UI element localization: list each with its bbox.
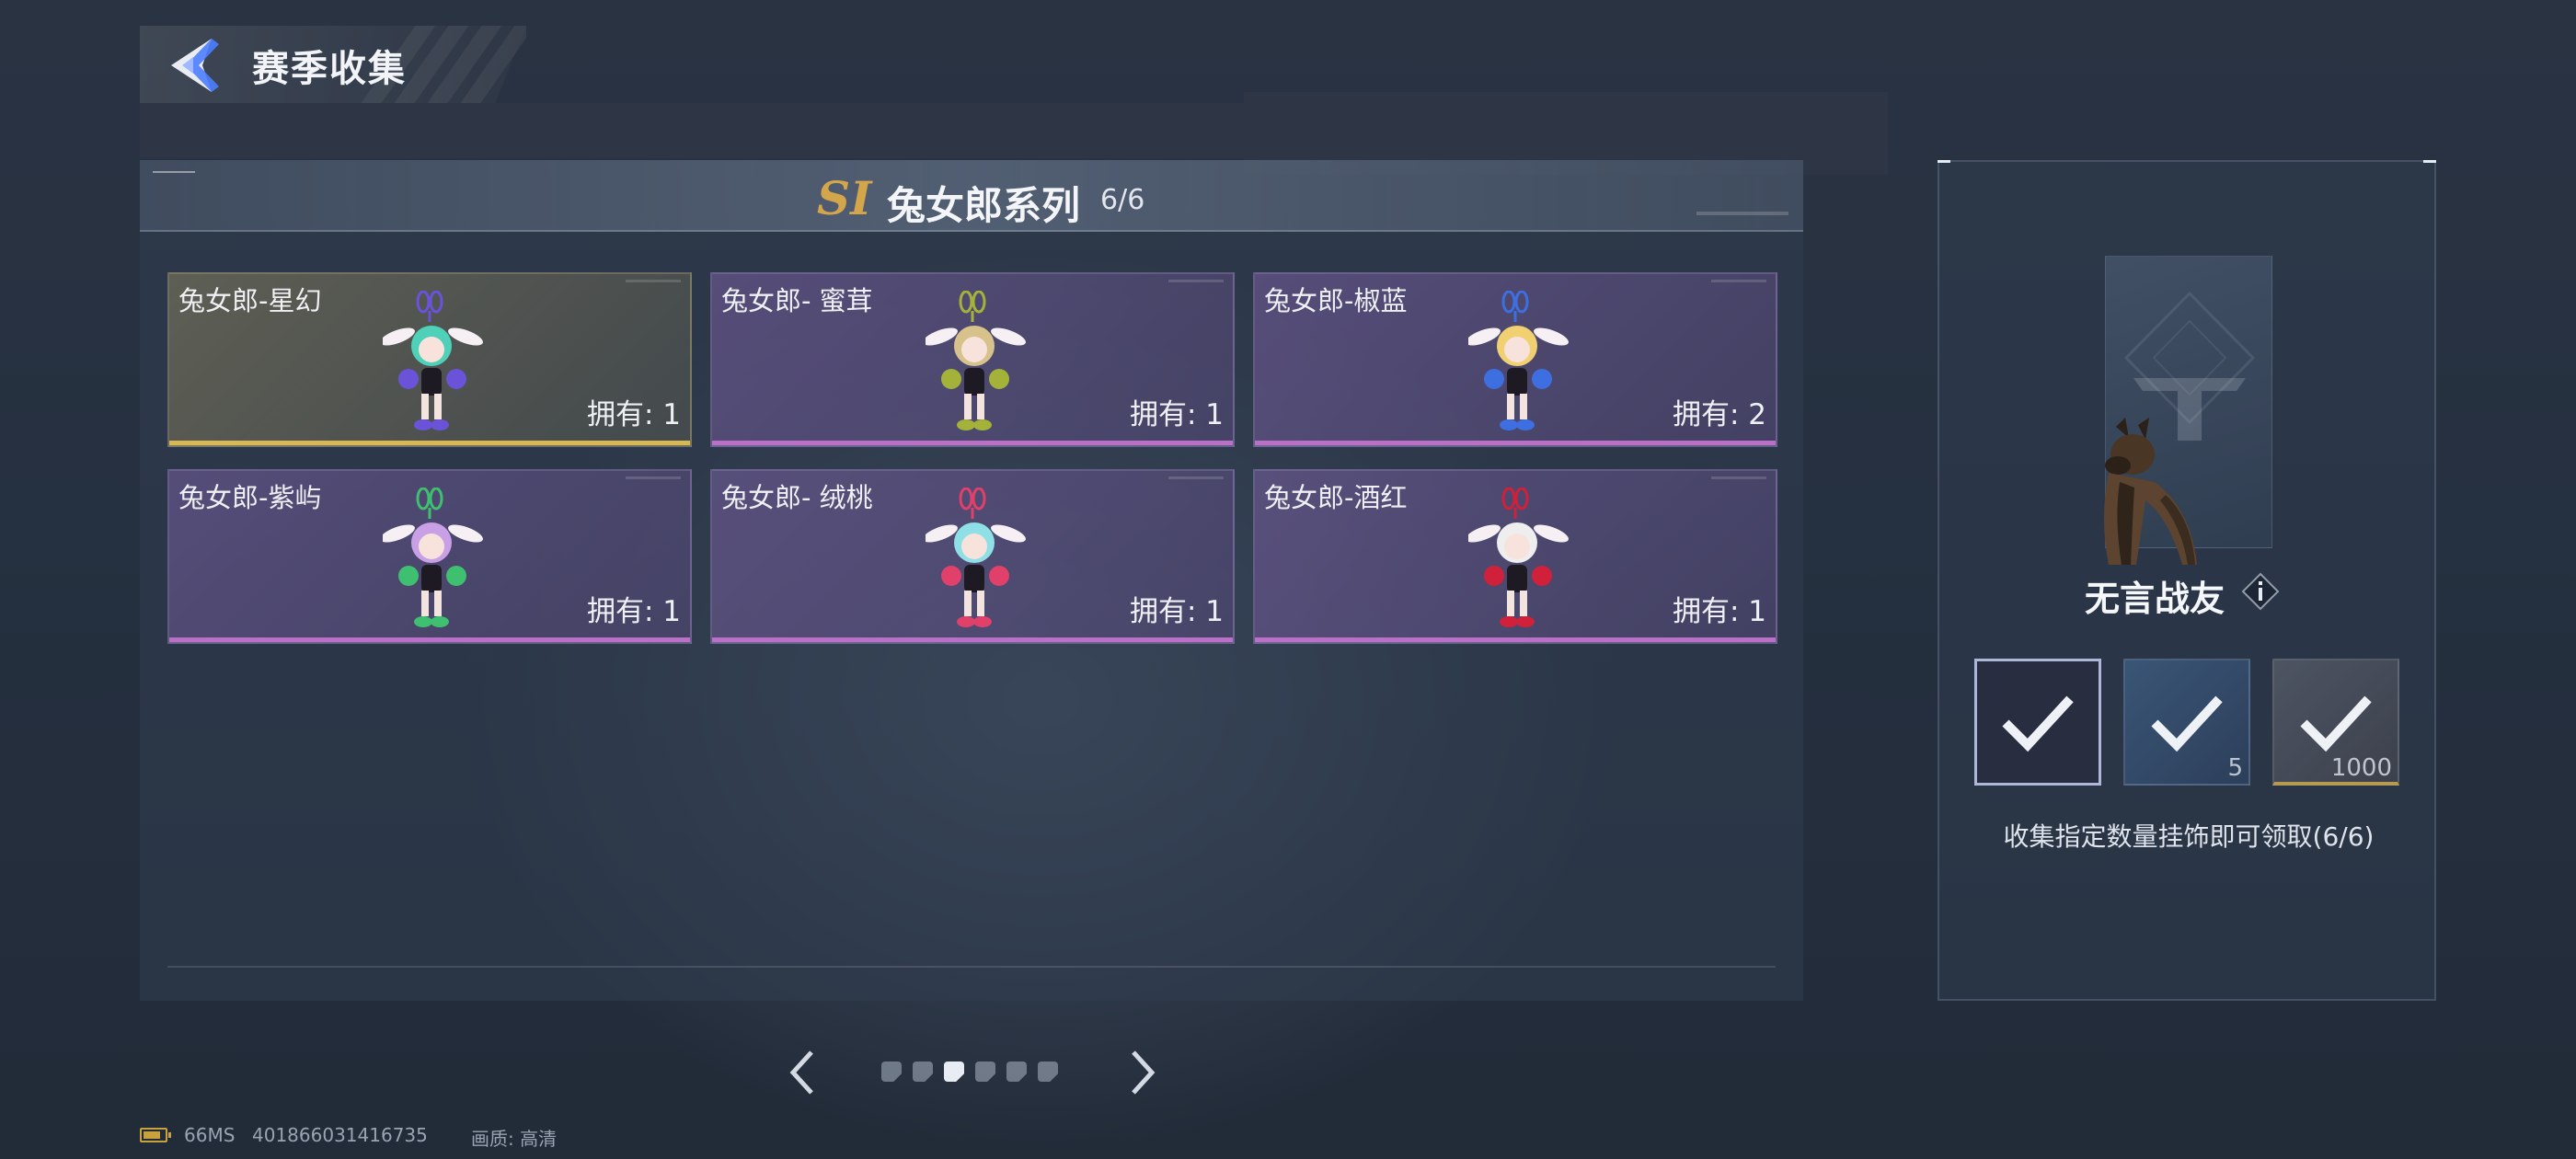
season-badge: SI [817, 171, 872, 225]
prev-page-button[interactable] [784, 1047, 821, 1098]
card-corner-mark [1711, 476, 1766, 479]
rarity-line [712, 637, 1233, 642]
collection-card[interactable]: 兔女郎- 蜜茸 拥有: 1 [710, 272, 1235, 447]
chevron-right-icon [1132, 1050, 1156, 1095]
owned-count: 拥有: 2 [1672, 398, 1766, 431]
corner-tick [2423, 160, 2436, 163]
panel-divider [167, 966, 1776, 968]
card-corner-mark [1711, 280, 1766, 282]
series-count: 6/6 [1100, 184, 1145, 216]
reward-slot[interactable]: 5 [2123, 659, 2250, 786]
corner-tick [1938, 160, 1950, 163]
collection-card[interactable]: 兔女郎-酒红 拥有: 1 [1253, 469, 1777, 644]
check-icon [2002, 695, 2074, 752]
page-dot[interactable] [1006, 1061, 1027, 1082]
owned-count: 拥有: 1 [586, 595, 681, 628]
next-page-button[interactable] [1124, 1047, 1161, 1098]
background-block [140, 103, 1244, 158]
card-corner-mark [626, 280, 681, 282]
card-name: 兔女郎-椒蓝 [1264, 285, 1408, 316]
slot-quantity: 1000 [2330, 754, 2392, 782]
corner-mark [1696, 212, 1788, 215]
reward-slot[interactable] [1974, 659, 2101, 786]
collection-card[interactable]: 兔女郎-紫屿 拥有: 1 [167, 469, 692, 644]
info-button[interactable] [2241, 572, 2280, 611]
reward-name: 无言战友 [2085, 579, 2225, 619]
page-dot[interactable] [881, 1061, 902, 1082]
rarity-line [1255, 637, 1776, 642]
back-button[interactable] [166, 35, 230, 96]
page-dot[interactable] [913, 1061, 933, 1082]
player-id: 401866031416735 [252, 1124, 428, 1146]
owned-count: 拥有: 1 [1129, 398, 1224, 431]
dog-companion-icon [2104, 418, 2197, 565]
bunny-charm-icon [926, 291, 1026, 430]
chevron-left-icon [789, 1050, 813, 1095]
ping-text: 66MS [184, 1124, 236, 1146]
page-dot[interactable] [1038, 1061, 1058, 1082]
reward-description: 收集指定数量挂饰即可领取(6/6) [2003, 821, 2375, 852]
series-title: 兔女郎系列 [887, 183, 1081, 228]
page-dot[interactable] [975, 1061, 995, 1082]
battery-icon [140, 1128, 171, 1142]
collection-card[interactable]: 兔女郎-椒蓝 拥有: 2 [1253, 272, 1777, 447]
collection-card[interactable]: 兔女郎- 绒桃 拥有: 1 [710, 469, 1235, 644]
reward-panel: 无言战友 5 1000 收集指定数量挂饰即可领取(6/6) [1938, 160, 2436, 1001]
owned-count: 拥有: 1 [1672, 595, 1766, 628]
quality-text: 画质: 高清 [471, 1128, 558, 1150]
bunny-charm-icon [1468, 488, 1569, 627]
card-corner-mark [626, 476, 681, 479]
rarity-line [169, 637, 690, 642]
page-title: 赛季收集 [252, 48, 407, 90]
page-dot[interactable] [944, 1061, 964, 1082]
bunny-charm-icon [383, 488, 483, 627]
bunny-charm-icon [383, 291, 483, 430]
card-name: 兔女郎- 蜜茸 [721, 285, 873, 316]
card-name: 兔女郎-紫屿 [178, 482, 322, 513]
rarity-line [1255, 441, 1776, 445]
rarity-line [712, 441, 1233, 445]
collection-card[interactable]: 兔女郎-星幻 拥有: 1 [167, 272, 692, 447]
card-name: 兔女郎- 绒桃 [721, 482, 873, 513]
slot-quantity: 5 [2227, 754, 2243, 782]
series-header: SI 兔女郎系列 6/6 [140, 160, 1803, 232]
rarity-line [169, 441, 690, 445]
corner-mark [153, 171, 195, 173]
back-arrow-icon [171, 39, 219, 92]
collection-panel: SI 兔女郎系列 6/6 兔女郎-星幻 拥有: 1 兔女郎- 蜜茸 拥有: 1 … [140, 160, 1803, 1001]
bunny-charm-icon [1468, 291, 1569, 430]
info-icon [2241, 572, 2280, 611]
card-corner-mark [1168, 280, 1224, 282]
owned-count: 拥有: 1 [1129, 595, 1224, 628]
card-name: 兔女郎-酒红 [1264, 482, 1408, 513]
owned-count: 拥有: 1 [586, 398, 681, 431]
reward-slot[interactable]: 1000 [2272, 659, 2399, 786]
card-name: 兔女郎-星幻 [178, 285, 322, 316]
bunny-charm-icon [926, 488, 1026, 627]
card-corner-mark [1168, 476, 1224, 479]
